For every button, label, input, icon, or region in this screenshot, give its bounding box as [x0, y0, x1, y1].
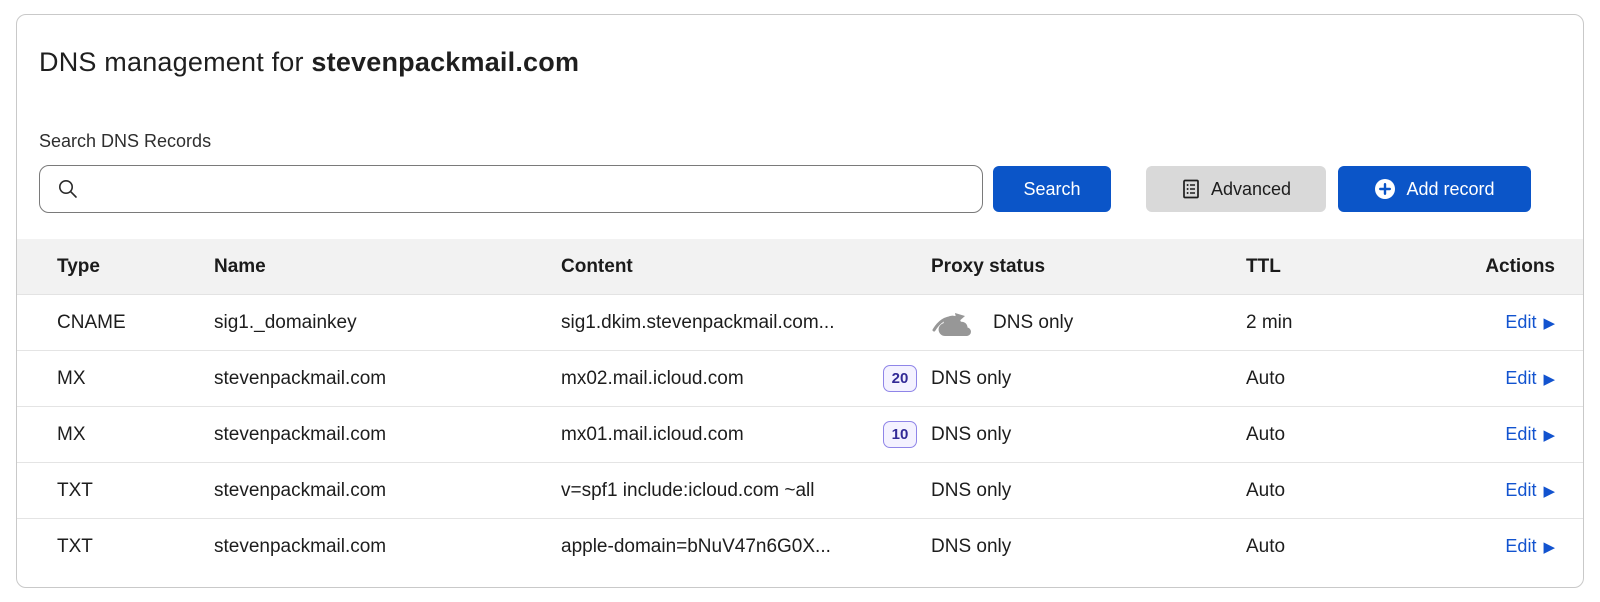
dns-records-table: Type Name Content Proxy status TTL Actio…: [17, 239, 1583, 575]
edit-label: Edit: [1505, 424, 1536, 445]
chevron-right-icon: ▶: [1543, 372, 1555, 387]
chevron-right-icon: ▶: [1543, 428, 1555, 443]
edit-record-button[interactable]: Edit ▶: [1505, 480, 1555, 501]
mx-priority-badge: 20: [883, 365, 917, 392]
column-header-content: Content: [561, 256, 931, 278]
plus-circle-icon: [1374, 178, 1396, 200]
proxy-status-text: DNS only: [993, 312, 1073, 334]
edit-label: Edit: [1505, 312, 1536, 333]
record-type: CNAME: [17, 312, 214, 334]
record-ttl: 2 min: [1246, 312, 1391, 334]
page-title-domain: stevenpackmail.com: [311, 47, 579, 77]
column-header-ttl: TTL: [1246, 256, 1391, 278]
edit-record-button[interactable]: Edit ▶: [1505, 368, 1555, 389]
list-document-icon: [1181, 179, 1201, 199]
search-label: Search DNS Records: [39, 131, 1561, 152]
edit-record-button[interactable]: Edit ▶: [1505, 424, 1555, 445]
proxy-status-text: DNS only: [931, 536, 1011, 558]
chevron-right-icon: ▶: [1543, 540, 1555, 555]
table-row: MX stevenpackmail.com mx02.mail.icloud.c…: [17, 351, 1583, 407]
column-header-name: Name: [214, 256, 561, 278]
column-header-actions: Actions: [1391, 256, 1584, 278]
dns-only-cloud-icon: [931, 308, 977, 338]
edit-label: Edit: [1505, 480, 1536, 501]
dns-management-card: DNS management for stevenpackmail.com Se…: [16, 14, 1584, 588]
edit-label: Edit: [1505, 368, 1536, 389]
proxy-status-text: DNS only: [931, 480, 1011, 502]
search-box: [39, 165, 983, 213]
record-name: stevenpackmail.com: [214, 536, 561, 558]
column-header-type: Type: [17, 256, 214, 278]
mx-priority-badge: 10: [883, 421, 917, 448]
table-row: TXT stevenpackmail.com apple-domain=bNuV…: [17, 519, 1583, 575]
table-row: TXT stevenpackmail.com v=spf1 include:ic…: [17, 463, 1583, 519]
chevron-right-icon: ▶: [1543, 484, 1555, 499]
record-content: apple-domain=bNuV47n6G0X...: [561, 536, 831, 558]
record-name: stevenpackmail.com: [214, 480, 561, 502]
table-header-row: Type Name Content Proxy status TTL Actio…: [17, 239, 1583, 295]
record-ttl: Auto: [1246, 536, 1391, 558]
advanced-button-label: Advanced: [1211, 179, 1291, 200]
edit-record-button[interactable]: Edit ▶: [1505, 536, 1555, 557]
record-type: MX: [17, 368, 214, 390]
proxy-status-text: DNS only: [931, 368, 1011, 390]
add-record-button-label: Add record: [1406, 179, 1494, 200]
advanced-button[interactable]: Advanced: [1146, 166, 1326, 212]
table-body: CNAME sig1._domainkey sig1.dkim.stevenpa…: [17, 295, 1583, 575]
edit-label: Edit: [1505, 536, 1536, 557]
record-content: mx02.mail.icloud.com: [561, 368, 744, 390]
table-row: CNAME sig1._domainkey sig1.dkim.stevenpa…: [17, 295, 1583, 351]
edit-record-button[interactable]: Edit ▶: [1505, 312, 1555, 333]
add-record-button[interactable]: Add record: [1338, 166, 1531, 212]
column-header-proxy-status: Proxy status: [931, 256, 1246, 278]
search-button[interactable]: Search: [993, 166, 1111, 212]
record-name: stevenpackmail.com: [214, 424, 561, 446]
chevron-right-icon: ▶: [1543, 316, 1555, 331]
page-title-prefix: DNS management for: [39, 47, 311, 77]
record-content: sig1.dkim.stevenpackmail.com...: [561, 312, 835, 334]
record-content: mx01.mail.icloud.com: [561, 424, 744, 446]
record-content: v=spf1 include:icloud.com ~all: [561, 480, 814, 502]
record-ttl: Auto: [1246, 368, 1391, 390]
search-input[interactable]: [39, 165, 983, 213]
record-ttl: Auto: [1246, 424, 1391, 446]
record-name: sig1._domainkey: [214, 312, 561, 334]
record-type: MX: [17, 424, 214, 446]
page-title: DNS management for stevenpackmail.com: [39, 45, 1561, 79]
record-type: TXT: [17, 480, 214, 502]
record-type: TXT: [17, 536, 214, 558]
search-toolbar: Search Advanced: [39, 165, 1561, 213]
table-row: MX stevenpackmail.com mx01.mail.icloud.c…: [17, 407, 1583, 463]
record-name: stevenpackmail.com: [214, 368, 561, 390]
proxy-status-text: DNS only: [931, 424, 1011, 446]
record-ttl: Auto: [1246, 480, 1391, 502]
